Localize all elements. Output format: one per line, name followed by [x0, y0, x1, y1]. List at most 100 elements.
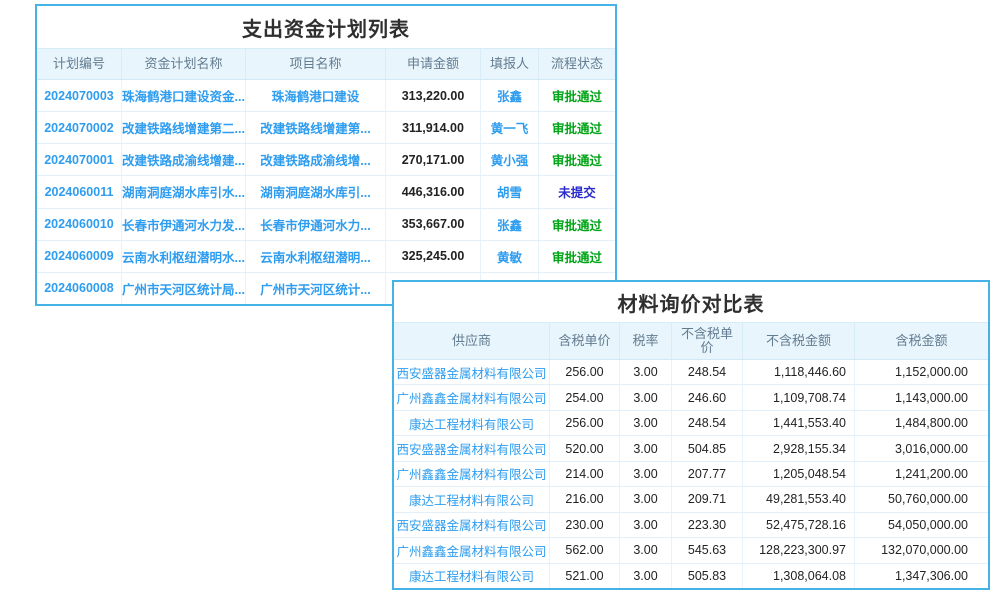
unit-price-tax-incl-value: 254.00: [550, 385, 620, 409]
unit-price-tax-incl-value: 520.00: [550, 436, 620, 460]
plan-id-link[interactable]: 2024070003: [37, 80, 122, 111]
unit-price-tax-excl-value: 207.77: [672, 462, 743, 486]
fund-plan-name-link[interactable]: 湖南洞庭湖水库引水...: [122, 176, 246, 207]
plan-table-row: 2024060009云南水利枢纽潜明水...云南水利枢纽潜明...325,245…: [37, 241, 615, 273]
quote-table-row: 康达工程材料有限公司521.003.00505.831,308,064.081,…: [394, 564, 988, 588]
workflow-status-badge: 审批通过: [539, 80, 615, 111]
amount-tax-incl-value: 1,143,000.00: [855, 385, 988, 409]
supplier-name-link[interactable]: 康达工程材料有限公司: [394, 411, 550, 435]
amount-tax-excl-value: 128,223,300.97: [743, 538, 855, 562]
tax-rate-value: 3.00: [620, 564, 672, 588]
amount-tax-excl-value: 2,928,155.34: [743, 436, 855, 460]
fund-plan-name-link[interactable]: 改建铁路成渝线增建...: [122, 144, 246, 175]
request-amount-value: 311,914.00: [386, 112, 481, 143]
unit-price-tax-excl-value: 246.60: [672, 385, 743, 409]
material-quote-table-panel: 材料询价对比表 供应商含税单价税率不含税单价不含税金额含税金额 西安盛器金属材料…: [392, 280, 990, 590]
quote-table-title: 材料询价对比表: [394, 282, 988, 322]
tax-rate-value: 3.00: [620, 411, 672, 435]
quote-column-header: 税率: [620, 323, 672, 359]
reporter-name-link[interactable]: 黄一飞: [481, 112, 539, 143]
supplier-name-link[interactable]: 广州鑫鑫金属材料有限公司: [394, 462, 550, 486]
plan-id-link[interactable]: 2024070002: [37, 112, 122, 143]
plan-table-row: 2024070002改建铁路线增建第二...改建铁路线增建第...311,914…: [37, 112, 615, 144]
plan-table-row: 2024060011湖南洞庭湖水库引水...湖南洞庭湖水库引...446,316…: [37, 176, 615, 208]
unit-price-tax-incl-value: 256.00: [550, 360, 620, 384]
fund-plan-name-link[interactable]: 长春市伊通河水力发...: [122, 209, 246, 240]
amount-tax-excl-value: 1,441,553.40: [743, 411, 855, 435]
unit-price-tax-excl-value: 209.71: [672, 487, 743, 511]
supplier-name-link[interactable]: 康达工程材料有限公司: [394, 487, 550, 511]
workflow-status-badge: 审批通过: [539, 209, 615, 240]
quote-column-header: 不含税单价: [672, 323, 743, 359]
expenditure-plan-table-panel: 支出资金计划列表 计划编号资金计划名称项目名称申请金额填报人流程状态 20240…: [35, 4, 617, 306]
quote-table-row: 广州鑫鑫金属材料有限公司562.003.00545.63128,223,300.…: [394, 538, 988, 563]
quote-table-row: 康达工程材料有限公司256.003.00248.541,441,553.401,…: [394, 411, 988, 436]
supplier-name-link[interactable]: 广州鑫鑫金属材料有限公司: [394, 385, 550, 409]
plan-table-title: 支出资金计划列表: [37, 6, 615, 48]
project-name-link[interactable]: 珠海鹤港口建设: [246, 80, 386, 111]
project-name-link[interactable]: 湖南洞庭湖水库引...: [246, 176, 386, 207]
project-name-link[interactable]: 改建铁路线增建第...: [246, 112, 386, 143]
unit-price-tax-excl-value: 504.85: [672, 436, 743, 460]
plan-table-row: 2024070001改建铁路成渝线增建...改建铁路成渝线增...270,171…: [37, 144, 615, 176]
project-name-link[interactable]: 广州市天河区统计...: [246, 273, 386, 304]
supplier-name-link[interactable]: 广州鑫鑫金属材料有限公司: [394, 538, 550, 562]
tax-rate-value: 3.00: [620, 436, 672, 460]
amount-tax-excl-value: 52,475,728.16: [743, 513, 855, 537]
amount-tax-incl-value: 3,016,000.00: [855, 436, 988, 460]
plan-table-row: 2024070003珠海鹤港口建设资金...珠海鹤港口建设313,220.00张…: [37, 80, 615, 112]
fund-plan-name-link[interactable]: 珠海鹤港口建设资金...: [122, 80, 246, 111]
unit-price-tax-incl-value: 256.00: [550, 411, 620, 435]
plan-column-header: 流程状态: [539, 49, 615, 79]
workflow-status-badge: 未提交: [539, 176, 615, 207]
reporter-name-link[interactable]: 黄小强: [481, 144, 539, 175]
tax-rate-value: 3.00: [620, 385, 672, 409]
unit-price-tax-incl-value: 230.00: [550, 513, 620, 537]
plan-table-body: 2024070003珠海鹤港口建设资金...珠海鹤港口建设313,220.00张…: [37, 80, 615, 304]
tax-rate-value: 3.00: [620, 538, 672, 562]
plan-id-link[interactable]: 2024060011: [37, 176, 122, 207]
plan-table-header: 计划编号资金计划名称项目名称申请金额填报人流程状态: [37, 48, 615, 80]
fund-plan-name-link[interactable]: 云南水利枢纽潜明水...: [122, 241, 246, 272]
quote-column-header: 不含税金额: [743, 323, 855, 359]
supplier-name-link[interactable]: 康达工程材料有限公司: [394, 564, 550, 588]
project-name-link[interactable]: 改建铁路成渝线增...: [246, 144, 386, 175]
project-name-link[interactable]: 云南水利枢纽潜明...: [246, 241, 386, 272]
supplier-name-link[interactable]: 西安盛器金属材料有限公司: [394, 436, 550, 460]
amount-tax-incl-value: 1,347,306.00: [855, 564, 988, 588]
fund-plan-name-link[interactable]: 改建铁路线增建第二...: [122, 112, 246, 143]
amount-tax-incl-value: 1,241,200.00: [855, 462, 988, 486]
reporter-name-link[interactable]: 张鑫: [481, 80, 539, 111]
unit-price-tax-excl-value: 505.83: [672, 564, 743, 588]
unit-price-tax-excl-value: 545.63: [672, 538, 743, 562]
quote-table-row: 康达工程材料有限公司216.003.00209.7149,281,553.405…: [394, 487, 988, 512]
request-amount-value: 325,245.00: [386, 241, 481, 272]
unit-price-tax-excl-value: 223.30: [672, 513, 743, 537]
tax-rate-value: 3.00: [620, 513, 672, 537]
supplier-name-link[interactable]: 西安盛器金属材料有限公司: [394, 513, 550, 537]
plan-id-link[interactable]: 2024060009: [37, 241, 122, 272]
tax-rate-value: 3.00: [620, 487, 672, 511]
supplier-name-link[interactable]: 西安盛器金属材料有限公司: [394, 360, 550, 384]
workflow-status-badge: 审批通过: [539, 112, 615, 143]
plan-id-link[interactable]: 2024060008: [37, 273, 122, 304]
project-name-link[interactable]: 长春市伊通河水力...: [246, 209, 386, 240]
plan-id-link[interactable]: 2024060010: [37, 209, 122, 240]
fund-plan-name-link[interactable]: 广州市天河区统计局...: [122, 273, 246, 304]
plan-id-link[interactable]: 2024070001: [37, 144, 122, 175]
reporter-name-link[interactable]: 胡雪: [481, 176, 539, 207]
quote-table-row: 西安盛器金属材料有限公司230.003.00223.3052,475,728.1…: [394, 513, 988, 538]
tax-rate-value: 3.00: [620, 462, 672, 486]
amount-tax-incl-value: 1,484,800.00: [855, 411, 988, 435]
reporter-name-link[interactable]: 黄敏: [481, 241, 539, 272]
amount-tax-incl-value: 132,070,000.00: [855, 538, 988, 562]
reporter-name-link[interactable]: 张鑫: [481, 209, 539, 240]
request-amount-value: 313,220.00: [386, 80, 481, 111]
quote-table-header: 供应商含税单价税率不含税单价不含税金额含税金额: [394, 322, 988, 360]
amount-tax-excl-value: 1,109,708.74: [743, 385, 855, 409]
quote-column-header: 含税金额: [855, 323, 988, 359]
workflow-status-badge: 审批通过: [539, 241, 615, 272]
unit-price-tax-excl-value: 248.54: [672, 411, 743, 435]
amount-tax-excl-value: 49,281,553.40: [743, 487, 855, 511]
amount-tax-excl-value: 1,308,064.08: [743, 564, 855, 588]
